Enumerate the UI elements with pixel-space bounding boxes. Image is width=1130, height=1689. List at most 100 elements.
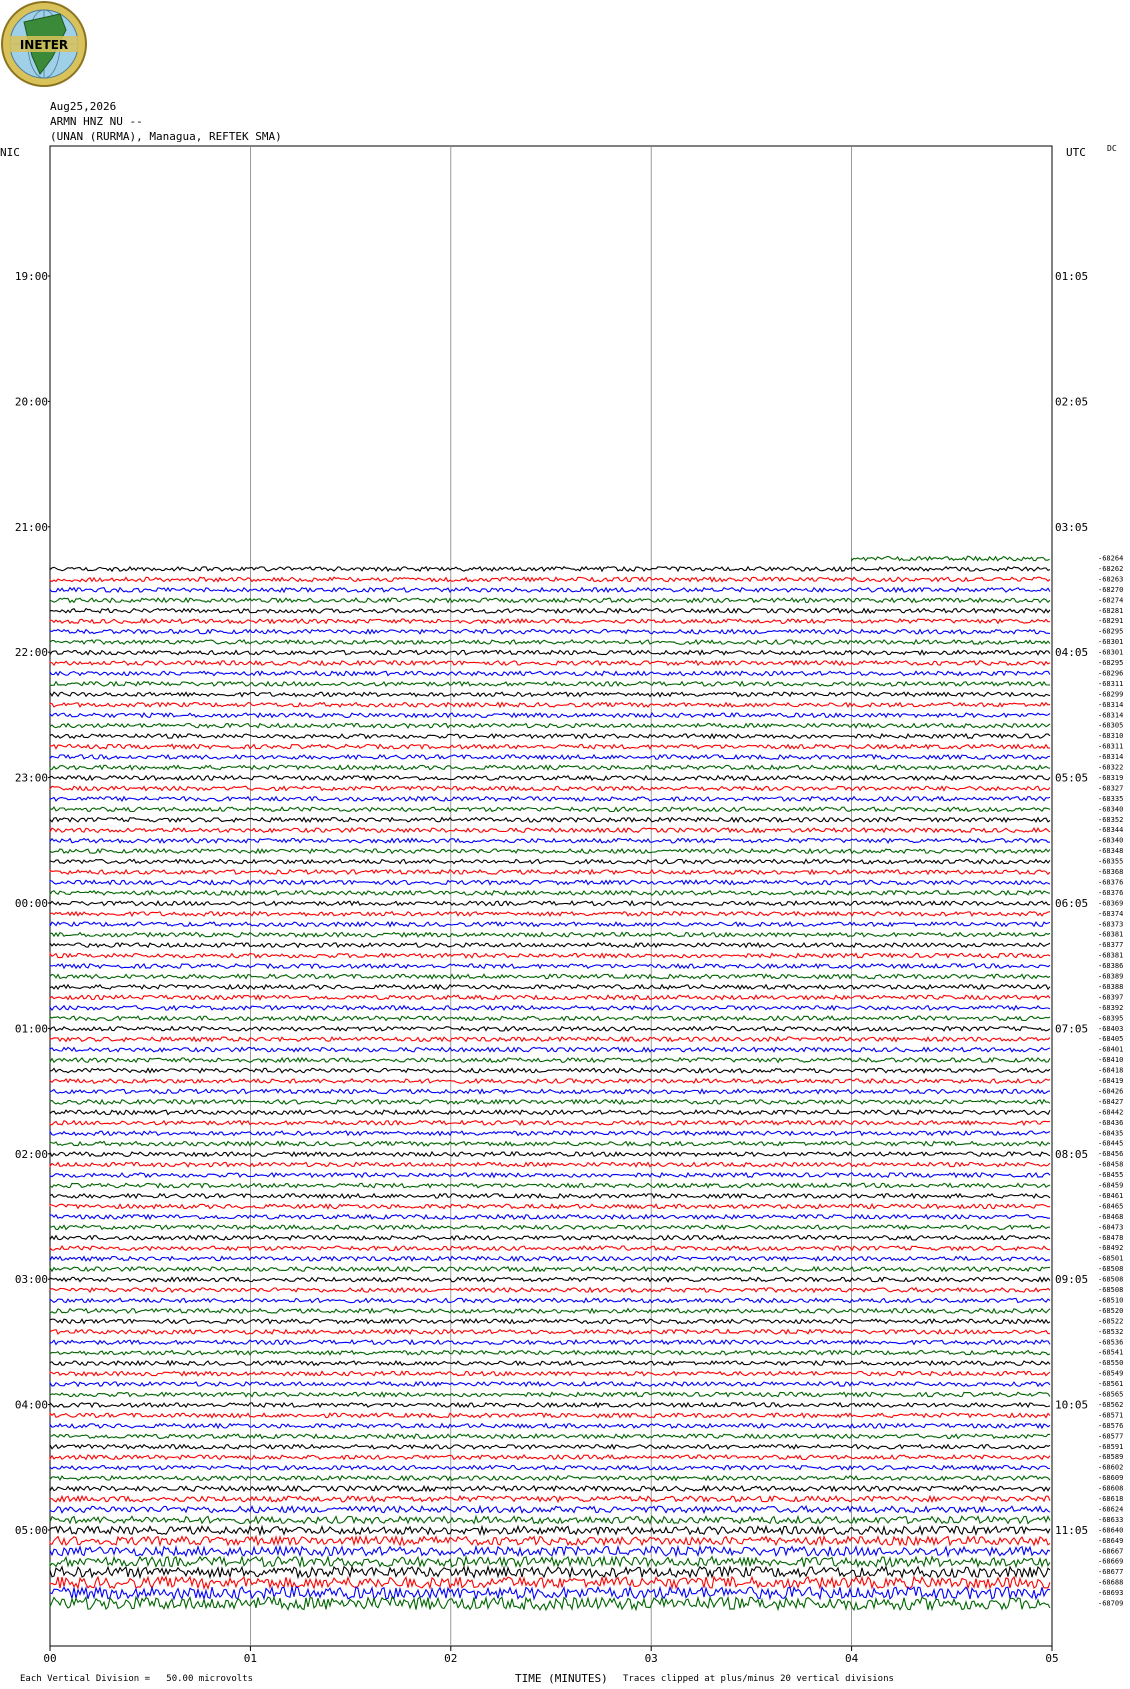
trace-offset-label: -68299 xyxy=(1098,690,1123,698)
left-hour-label: 03:00 xyxy=(15,1273,48,1286)
seismic-trace xyxy=(49,1098,1051,1106)
seismic-trace xyxy=(49,711,1051,719)
trace-offset-label: -68608 xyxy=(1098,1485,1123,1493)
trace-offset-label: -68640 xyxy=(1098,1526,1123,1534)
seismic-trace xyxy=(49,628,1051,635)
seismic-trace xyxy=(49,1359,1051,1367)
seismic-trace xyxy=(49,1585,1051,1601)
right-hour-label: 01:05 xyxy=(1055,270,1088,283)
trace-offset-label: -68510 xyxy=(1098,1296,1123,1304)
left-hour-label: 02:00 xyxy=(15,1148,48,1161)
right-hour-label: 03:05 xyxy=(1055,521,1088,534)
x-tick-label: 00 xyxy=(43,1652,56,1665)
trace-offset-label: -68492 xyxy=(1098,1244,1123,1252)
trace-offset-label: -68677 xyxy=(1098,1568,1123,1576)
seismic-trace xyxy=(49,899,1051,907)
seismic-trace xyxy=(49,1564,1051,1580)
x-tick-label: 02 xyxy=(444,1652,457,1665)
trace-offset-label: -68455 xyxy=(1098,1171,1123,1179)
trace-offset-label: -68369 xyxy=(1098,899,1123,907)
seismic-trace xyxy=(49,586,1051,594)
trace-offset-label: -68352 xyxy=(1098,816,1123,824)
seismic-trace xyxy=(49,1554,1051,1569)
trace-offset-label: -68305 xyxy=(1098,722,1123,730)
right-hour-label: 08:05 xyxy=(1055,1148,1088,1161)
trace-offset-label: -68319 xyxy=(1098,774,1123,782)
x-axis-title: TIME (MINUTES) xyxy=(515,1672,608,1685)
trace-offset-label: -68348 xyxy=(1098,847,1123,855)
seismic-trace xyxy=(49,1453,1051,1461)
trace-offset-label: -68381 xyxy=(1098,952,1123,960)
seismic-trace xyxy=(49,785,1051,792)
left-hour-label: 23:00 xyxy=(15,772,48,785)
seismic-trace xyxy=(49,1025,1051,1032)
seismic-trace xyxy=(49,983,1051,991)
trace-offset-label: -68436 xyxy=(1098,1119,1123,1127)
seismic-trace xyxy=(49,565,1051,573)
plot-frame xyxy=(49,145,1053,1647)
seismic-trace xyxy=(49,1484,1051,1493)
trace-offset-label: -68274 xyxy=(1098,596,1123,604)
trace-offset-label: -68442 xyxy=(1098,1108,1123,1116)
seismic-trace xyxy=(49,1411,1051,1419)
seismic-trace xyxy=(49,973,1051,980)
seismic-trace xyxy=(49,607,1051,614)
seismic-trace xyxy=(49,1265,1051,1273)
trace-offset-label: -68427 xyxy=(1098,1098,1123,1106)
left-hour-label: 00:00 xyxy=(15,897,48,910)
trace-offset-label: -68419 xyxy=(1098,1077,1123,1085)
seismic-trace xyxy=(49,1213,1051,1221)
trace-offset-label: -68388 xyxy=(1098,983,1123,991)
seismic-trace xyxy=(49,1203,1051,1210)
trace-offset-label: -68270 xyxy=(1098,586,1123,594)
seismic-trace xyxy=(49,732,1051,740)
seismic-trace xyxy=(49,1544,1051,1558)
trace-offset-label: -68565 xyxy=(1098,1391,1123,1399)
trace-offset-label: -68508 xyxy=(1098,1286,1123,1294)
trace-offset-label: -68403 xyxy=(1098,1025,1123,1033)
trace-offset-label: -68291 xyxy=(1098,617,1123,625)
trace-offset-label: -68445 xyxy=(1098,1140,1123,1148)
trace-offset-label: -68314 xyxy=(1098,711,1123,719)
seismic-trace xyxy=(49,1391,1051,1398)
seismic-trace xyxy=(49,1035,1051,1043)
seismic-trace xyxy=(49,826,1051,834)
seismic-trace xyxy=(49,1109,1051,1116)
left-hour-label: 20:00 xyxy=(15,395,48,408)
seismic-trace xyxy=(49,1224,1051,1231)
seismic-trace xyxy=(49,1401,1051,1409)
x-tick-label: 05 xyxy=(1045,1652,1058,1665)
seismic-trace xyxy=(49,931,1051,938)
trace-offset-label: -68344 xyxy=(1098,826,1123,834)
seismic-trace xyxy=(49,743,1051,750)
left-hour-label: 21:00 xyxy=(15,521,48,534)
seismic-trace xyxy=(49,774,1051,782)
seismic-trace xyxy=(49,1380,1051,1388)
right-hour-label: 04:05 xyxy=(1055,646,1088,659)
trace-offset-label: -68577 xyxy=(1098,1432,1123,1440)
left-hour-label: 01:00 xyxy=(15,1022,48,1035)
seismic-trace xyxy=(49,1067,1051,1074)
trace-offset-label: -68281 xyxy=(1098,607,1123,615)
trace-offset-label: -68536 xyxy=(1098,1338,1123,1346)
seismic-trace xyxy=(49,659,1051,667)
trace-offset-label: -68389 xyxy=(1098,973,1123,981)
seismic-trace xyxy=(49,576,1051,583)
seismic-trace xyxy=(49,1192,1051,1200)
left-hour-label: 04:00 xyxy=(15,1399,48,1412)
seismic-trace xyxy=(49,889,1051,897)
seismic-trace xyxy=(49,806,1051,813)
trace-offset-label: -68468 xyxy=(1098,1213,1123,1221)
seismic-trace xyxy=(49,1140,1051,1148)
trace-offset-label: -68405 xyxy=(1098,1035,1123,1043)
trace-offset-label: -68465 xyxy=(1098,1202,1123,1210)
trace-offset-label: -68473 xyxy=(1098,1223,1123,1231)
trace-offset-label: -68381 xyxy=(1098,931,1123,939)
seismic-trace xyxy=(49,920,1051,928)
trace-offset-label: -68314 xyxy=(1098,753,1123,761)
seismic-trace xyxy=(49,1422,1051,1430)
seismic-trace xyxy=(49,1595,1051,1612)
seismic-trace xyxy=(49,1276,1051,1283)
seismogram-plot: 00 01 02 03 04 05 19:00 20:00 21:00 22:00 23:00 00:… xyxy=(15,145,1123,1665)
seismic-trace xyxy=(49,1245,1051,1252)
